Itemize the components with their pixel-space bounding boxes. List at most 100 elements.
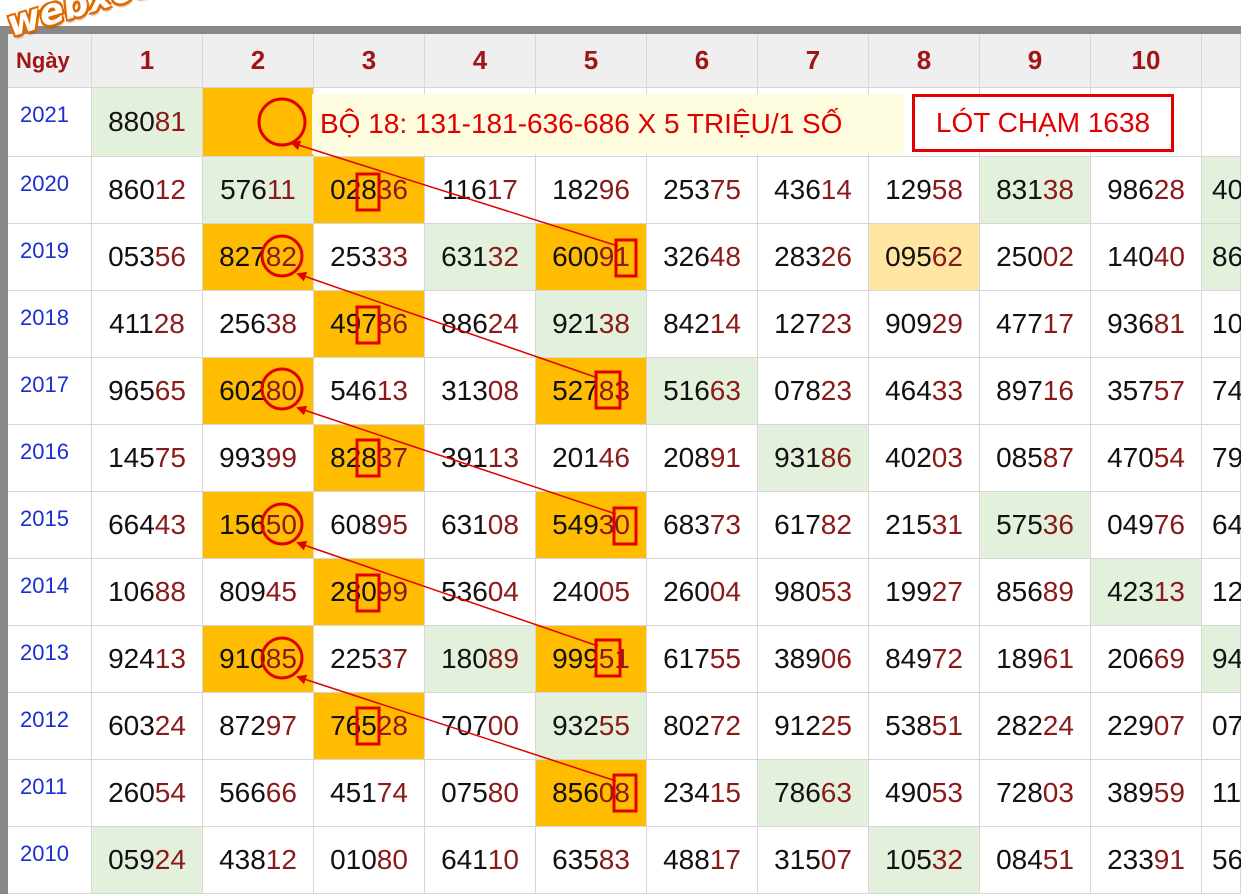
prize-prefix: 497 — [330, 308, 377, 339]
prize-prefix: 931 — [774, 442, 821, 473]
prize-last-two: 82 — [265, 241, 297, 272]
prize-cell: 886 24 — [425, 291, 536, 358]
prize-cell: 411 28 — [92, 291, 203, 358]
prize-prefix: 910 — [219, 643, 266, 674]
prize-prefix: 488 — [663, 844, 710, 875]
prize-last-two: 74 — [376, 777, 408, 808]
prize-cell: 842 14 — [647, 291, 758, 358]
prize-last-two: 36 — [1042, 509, 1074, 540]
prize-prefix: 880 — [108, 106, 155, 137]
header-col-4: 4 — [425, 34, 536, 88]
prize-prefix: 536 — [441, 576, 488, 607]
prize-cell-partial: 74 — [1202, 358, 1241, 425]
prize-prefix: 256 — [219, 308, 266, 339]
prize-cell: 208 91 — [647, 425, 758, 492]
prize-last-two: 95 — [376, 509, 408, 540]
prize-prefix: 199 — [885, 576, 932, 607]
prize-last-two: 89 — [487, 643, 519, 674]
prize-prefix: 860 — [108, 174, 155, 205]
prize-cell: 140 40 — [1091, 224, 1202, 291]
prize-prefix: 389 — [1107, 777, 1154, 808]
year-cell: 2012 — [8, 693, 92, 760]
prize-cell: 490 53 — [869, 760, 980, 827]
prize-cell-partial — [1202, 88, 1241, 157]
prize-cell: 809 45 — [203, 559, 314, 626]
year-cell: 2010 — [8, 827, 92, 894]
prize-last-two: 16 — [1042, 375, 1074, 406]
prize-prefix: 664 — [108, 509, 155, 540]
prize-last-two: 23 — [820, 308, 852, 339]
prize-prefix: 010 — [330, 844, 377, 875]
prize-last-two: 50 — [265, 509, 297, 540]
prize-last-two: 13 — [487, 442, 519, 473]
prize-last-two: 43 — [154, 509, 186, 540]
prize-cell: 059 24 — [92, 827, 203, 894]
prize-cell-partial: 07 — [1202, 693, 1241, 760]
prize-prefix: 206 — [1107, 643, 1154, 674]
prize-prefix: 315 — [774, 844, 821, 875]
prize-prefix: 932 — [552, 710, 599, 741]
prize-cell: 603 24 — [92, 693, 203, 760]
prize-prefix: 566 — [219, 777, 266, 808]
prize-last-two: 24 — [154, 710, 186, 741]
prize-cell: 182 96 — [536, 157, 647, 224]
prize-prefix: 313 — [441, 375, 488, 406]
prize-last-two: 24 — [487, 308, 519, 339]
prize-cell: 250 02 — [980, 224, 1091, 291]
prize-last-two: 80 — [376, 844, 408, 875]
prize-prefix: 872 — [219, 710, 266, 741]
prize-cell: 924 13 — [92, 626, 203, 693]
prize-cell: 897 16 — [980, 358, 1091, 425]
prize-cell: 253 75 — [647, 157, 758, 224]
prize-last-two: 40 — [1153, 241, 1185, 272]
prize-cell: 229 07 — [1091, 693, 1202, 760]
prize-cell: 683 73 — [647, 492, 758, 559]
header-col-10: 10 — [1091, 34, 1202, 88]
prize-cell: 575 36 — [980, 492, 1091, 559]
prize-prefix: 897 — [996, 375, 1043, 406]
prize-last-two: 89 — [1042, 576, 1074, 607]
prize-prefix: 116 — [442, 174, 487, 205]
prize-prefix: 909 — [885, 308, 932, 339]
prize-last-two: 02 — [1042, 241, 1074, 272]
prize-cell: 283 26 — [758, 224, 869, 291]
prize-cell: 488 17 — [647, 827, 758, 894]
prize-prefix: 602 — [219, 375, 266, 406]
prize-cell-partial: 10 — [1202, 291, 1241, 358]
prize-prefix: 856 — [996, 576, 1043, 607]
prize-cell: 786 63 — [758, 760, 869, 827]
prize-last-two: 36 — [376, 174, 408, 205]
prize-cell: 617 82 — [758, 492, 869, 559]
prize-last-two: 14 — [820, 174, 852, 205]
prize-prefix: 809 — [219, 576, 266, 607]
prize-partial-text: 74 — [1212, 375, 1241, 406]
prize-last-two: 76 — [1153, 509, 1185, 540]
prize-prefix: 912 — [774, 710, 821, 741]
prize-prefix: 802 — [663, 710, 710, 741]
prize-cell: 872 97 — [203, 693, 314, 760]
prize-prefix: 993 — [219, 442, 266, 473]
prize-last-two: 81 — [1153, 308, 1185, 339]
prize-cell: 470 54 — [1091, 425, 1202, 492]
prize-last-two: 46 — [598, 442, 630, 473]
prize-last-two: 91 — [1153, 844, 1185, 875]
prize-prefix: 464 — [885, 375, 932, 406]
prize-cell: 880 81 — [92, 88, 203, 157]
prize-last-two: 14 — [709, 308, 741, 339]
prize-prefix: 391 — [441, 442, 488, 473]
prize-last-two: 29 — [931, 308, 963, 339]
prize-cell: 053 56 — [92, 224, 203, 291]
prize-last-two: 31 — [931, 509, 963, 540]
prize-cell: 856 89 — [980, 559, 1091, 626]
prize-last-two: 27 — [931, 576, 963, 607]
prize-last-two: 51 — [931, 710, 963, 741]
prize-cell: 326 48 — [647, 224, 758, 291]
lot-cham-box: LÓT CHẠM 1638 — [912, 94, 1174, 152]
prize-prefix: 527 — [552, 375, 599, 406]
prize-cell: 391 13 — [425, 425, 536, 492]
prize-prefix: 357 — [1107, 375, 1154, 406]
prize-cell: 631 32 — [425, 224, 536, 291]
prize-prefix: 253 — [663, 174, 710, 205]
prize-last-two: 66 — [265, 777, 297, 808]
prize-cell: 856 08 — [536, 760, 647, 827]
